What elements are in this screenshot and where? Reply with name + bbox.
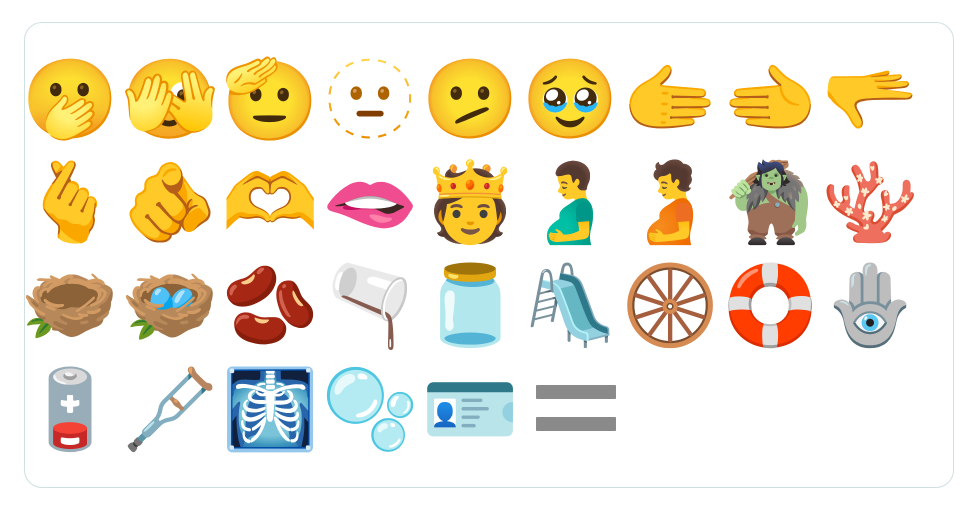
troll-icon: 🧌 bbox=[721, 158, 819, 248]
face-with-diagonal-mouth-icon: 🫤 bbox=[421, 55, 519, 145]
wheel-icon: 🛞 bbox=[621, 261, 719, 351]
person-with-crown-icon: 🫅 bbox=[421, 158, 519, 248]
face-with-peeking-eye-icon: 🫣 bbox=[121, 55, 219, 145]
leftwards-hand-icon: 🫲 bbox=[721, 55, 819, 145]
beans-icon: 🫘 bbox=[221, 261, 319, 351]
crutch-icon: 🩼 bbox=[121, 365, 219, 455]
heart-hands-icon: 🫶 bbox=[221, 158, 319, 248]
saluting-face-icon: 🫡 bbox=[221, 55, 319, 145]
pouring-liquid-icon: 🫗 bbox=[321, 261, 419, 351]
palm-down-hand-icon: 🫳 bbox=[821, 55, 919, 145]
emoji-grid: 🫢 🫣 🫡 🫥 🫤 🥹 🫱 🫲 🫳 🫰 🫵 🫶 🫦 🫅 🫃 🫄 🧌 🪸 🪹 🪺 🫘 🫗 🫙 🛝 🛞 🛟 🪬 🪫 🩼 🩻 🫧 🪪 bbox=[0, 0, 976, 506]
biting-lip-icon: 🫦 bbox=[321, 158, 419, 248]
jar-icon: 🫙 bbox=[421, 261, 519, 351]
x-ray-icon: 🩻 bbox=[221, 365, 319, 455]
pregnant-person-icon: 🫄 bbox=[621, 158, 719, 248]
rightwards-hand-icon: 🫱 bbox=[621, 55, 719, 145]
heavy-equals-sign-icon bbox=[536, 385, 616, 433]
coral-icon: 🪸 bbox=[821, 158, 919, 248]
hand-with-index-finger-and-thumb-crossed-icon: 🫰 bbox=[21, 158, 119, 248]
hamsa-icon: 🪬 bbox=[821, 261, 919, 351]
dotted-line-face-icon: 🫥 bbox=[321, 55, 419, 145]
pregnant-man-icon: 🫃 bbox=[521, 158, 619, 248]
index-pointing-at-the-viewer-icon: 🫵 bbox=[121, 158, 219, 248]
low-battery-icon: 🪫 bbox=[21, 365, 119, 455]
playground-slide-icon: 🛝 bbox=[521, 261, 619, 351]
face-with-open-eyes-and-hand-over-mouth-icon: 🫢 bbox=[21, 55, 119, 145]
bubbles-icon: 🫧 bbox=[321, 365, 419, 455]
face-holding-back-tears-icon: 🥹 bbox=[521, 55, 619, 145]
empty-nest-icon: 🪹 bbox=[21, 261, 119, 351]
ring-buoy-icon: 🛟 bbox=[721, 261, 819, 351]
identification-card-icon: 🪪 bbox=[421, 365, 519, 455]
nest-with-eggs-icon: 🪺 bbox=[121, 261, 219, 351]
